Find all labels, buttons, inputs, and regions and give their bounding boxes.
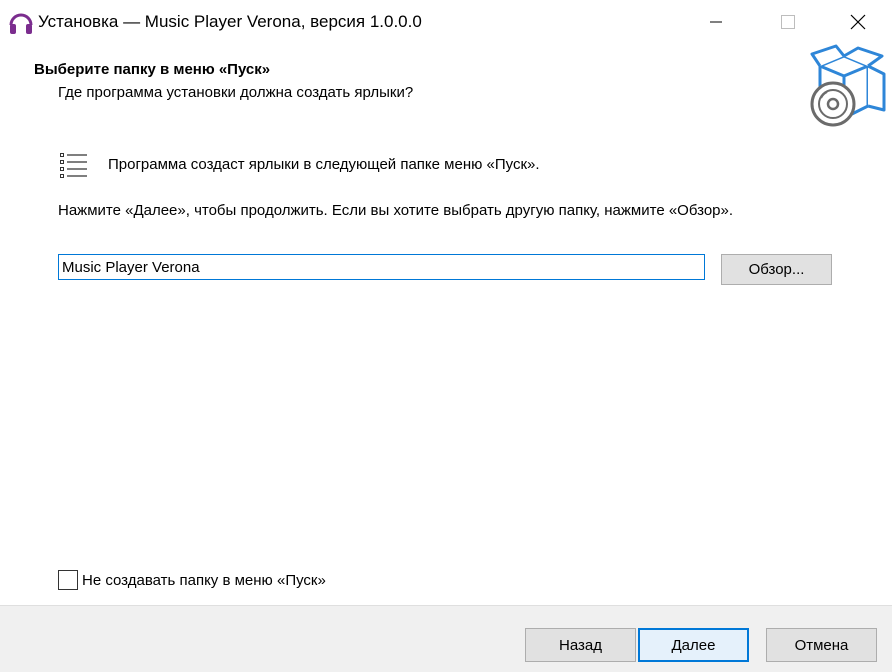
back-button[interactable]: Назад xyxy=(525,628,636,662)
cancel-button[interactable]: Отмена xyxy=(766,628,877,662)
maximize-button[interactable] xyxy=(758,0,818,44)
close-button[interactable] xyxy=(828,0,888,44)
no-start-menu-folder-checkbox[interactable] xyxy=(58,570,78,590)
hint-text: Нажмите «Далее», чтобы продолжить. Если … xyxy=(58,202,734,219)
box-with-disc-icon xyxy=(810,44,886,127)
title-bar: Установка — Music Player Verona, версия … xyxy=(0,0,892,44)
page-subtitle: Где программа установки должна создать я… xyxy=(58,84,414,101)
list-icon xyxy=(60,153,87,178)
headphones-icon xyxy=(9,13,33,34)
window-title: Установка — Music Player Verona, версия … xyxy=(38,12,422,31)
no-start-menu-folder-label[interactable]: Не создавать папку в меню «Пуск» xyxy=(82,572,326,589)
wizard-footer: Назад Далее Отмена xyxy=(0,605,892,672)
info-text: Программа создаст ярлыки в следующей пап… xyxy=(108,156,540,173)
close-icon xyxy=(850,14,866,30)
wizard-header: Выберите папку в меню «Пуск» Где програм… xyxy=(0,44,892,134)
minimize-button[interactable] xyxy=(686,0,746,44)
no-start-menu-folder-option[interactable]: Не создавать папку в меню «Пуск» xyxy=(58,569,326,591)
start-menu-folder-input[interactable] xyxy=(58,254,705,280)
maximize-icon xyxy=(781,15,795,29)
browse-button[interactable]: Обзор... xyxy=(721,254,832,285)
next-button[interactable]: Далее xyxy=(638,628,749,662)
page-title: Выберите папку в меню «Пуск» xyxy=(34,61,271,78)
minimize-icon xyxy=(710,21,722,23)
